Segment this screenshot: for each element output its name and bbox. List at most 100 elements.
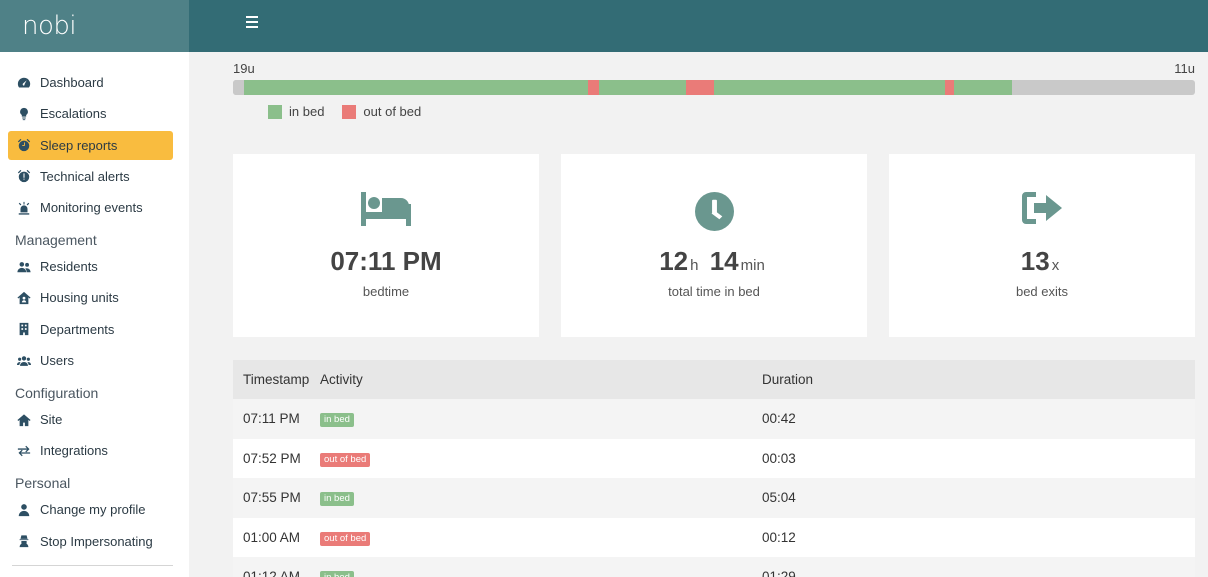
cell-timestamp: 01:12 AM (243, 569, 301, 577)
cell-timestamp: 07:11 PM (243, 411, 300, 427)
hours-unit: h (690, 257, 699, 274)
sidebar-item-label: Change my profile (40, 502, 146, 518)
bedtime-label: bedtime (362, 284, 410, 299)
sidebar-item-residents[interactable]: Residents (8, 252, 173, 281)
user-group-icon (17, 354, 31, 368)
home-icon (17, 413, 31, 427)
sidebar-item-label: Integrations (40, 443, 108, 459)
bed-exits-unit: x (1051, 257, 1060, 274)
section-personal-title: Personal (15, 475, 71, 492)
activity-badge: in bed (320, 413, 354, 428)
sidebar-item-label: Housing units (40, 290, 119, 306)
sidebar-item-housing-units[interactable]: Housing units (8, 283, 173, 312)
sidebar-item-label: Users (40, 353, 74, 369)
main-content: 19u 11u in bed out of bed 07:11 PM bedti… (189, 52, 1208, 577)
building-icon (17, 322, 31, 336)
sidebar-item-sleep-reports[interactable]: Sleep reports (8, 130, 173, 160)
legend-item-in-bed: in bed (268, 104, 324, 119)
hamburger-menu-icon[interactable] (246, 16, 258, 28)
header-duration[interactable]: Duration (762, 372, 1195, 387)
cell-duration: 00:42 (762, 411, 796, 427)
sidebar-item-integrations[interactable]: Integrations (8, 436, 173, 465)
sidebar-item-label: Dashboard (40, 75, 104, 90)
timeline-segment-in-bed (598, 80, 687, 95)
cell-duration: 00:12 (762, 529, 796, 545)
timeline-segment-out-of-bed (944, 80, 954, 95)
sidebar-item-technical-alerts[interactable]: Technical alerts (8, 162, 173, 191)
table-row: 01:00 AM out of bed 00:12 (233, 517, 1195, 557)
total-time-card: 12 h 14 min total time in bed (561, 154, 867, 337)
users-icon (17, 260, 31, 274)
sidebar-nav: Dashboard Escalations Sleep reports Tech… (0, 52, 189, 556)
header-activity[interactable]: Activity (320, 372, 762, 387)
activity-table: Timestamp Activity Duration 07:11 PM in b… (233, 360, 1195, 577)
sidebar-item-label: Monitoring events (40, 200, 143, 216)
cell-activity: out of bed (320, 529, 762, 546)
timeline-segment-in-bed (243, 80, 588, 95)
table-header: Timestamp Activity Duration (233, 360, 1195, 399)
activity-badge: out of bed (320, 452, 371, 467)
sidebar-item-label: Site (40, 412, 63, 428)
legend-label-in-bed: in bed (289, 104, 325, 119)
total-hours: 12 (659, 246, 689, 276)
table-row: 07:11 PM in bed 00:42 (233, 399, 1195, 439)
minutes-unit: min (740, 257, 765, 274)
logo-area: nobi (0, 0, 189, 52)
sleep-timeline-bar (233, 80, 1195, 95)
timeline-segment-in-bed (714, 80, 945, 95)
siren-icon (17, 201, 31, 215)
sidebar-item-escalations[interactable]: Escalations (8, 99, 173, 128)
timeline-segment-empty (233, 80, 244, 95)
total-minutes: 14 (709, 246, 739, 276)
sidebar-item-departments[interactable]: Departments (8, 315, 173, 344)
sidebar-item-label: Technical alerts (40, 168, 130, 184)
activity-badge: out of bed (320, 531, 371, 546)
activity-badge: in bed (320, 571, 354, 577)
lightbulb-icon (17, 107, 31, 121)
cell-timestamp: 07:55 PM (243, 490, 301, 506)
cell-activity: in bed (320, 410, 762, 428)
user-icon (17, 503, 31, 517)
sidebar: nobi Dashboard Escalations Sleep reports… (0, 0, 189, 577)
timeline-end-label: 11u (1174, 61, 1195, 76)
bed-exits-label: bed exits (1015, 284, 1069, 299)
sign-out-icon (889, 192, 1195, 224)
timeline-segment-out-of-bed (587, 80, 599, 95)
cell-timestamp: 07:52 PM (243, 450, 301, 466)
timeline-segment-out-of-bed (686, 80, 714, 95)
summary-cards: 07:11 PM bedtime 12 h 14 min total time in… (233, 154, 1195, 337)
sidebar-item-label: Escalations (40, 106, 107, 122)
cell-duration: 00:03 (762, 450, 796, 466)
user-secret-icon (17, 534, 31, 548)
sidebar-item-change-my-profile[interactable]: Change my profile (8, 495, 173, 524)
header-timestamp[interactable]: Timestamp (233, 372, 320, 387)
activity-badge: in bed (320, 492, 354, 507)
table-row: 07:55 PM in bed 05:04 (233, 478, 1195, 518)
table-row: 07:52 PM out of bed 00:03 (233, 438, 1195, 478)
topbar (189, 0, 1208, 52)
bedtime-value: 07:11 PM (330, 246, 442, 276)
exchange-icon (17, 444, 31, 458)
sidebar-item-monitoring-events[interactable]: Monitoring events (8, 193, 173, 222)
sidebar-item-users[interactable]: Users (8, 346, 173, 375)
legend-swatch-in-bed (268, 104, 282, 119)
alarm-clock-icon (17, 138, 31, 152)
cell-activity: in bed (320, 489, 762, 507)
clock-icon (561, 192, 867, 231)
total-time-label: total time in bed (668, 284, 760, 299)
sidebar-item-stop-impersonating[interactable]: Stop Impersonating (8, 527, 173, 556)
timeline-start-label: 19u (233, 61, 255, 76)
table-body: 07:11 PM in bed 00:42 07:52 PM out of bed 00:… (233, 399, 1195, 577)
legend-swatch-out-of-bed (342, 104, 357, 119)
bed-exits-value: 13 x (889, 246, 1195, 277)
section-configuration-title: Configuration (15, 385, 99, 402)
sidebar-item-site[interactable]: Site (8, 405, 173, 434)
cell-activity: in bed (320, 568, 762, 577)
sidebar-item-dashboard[interactable]: Dashboard (8, 68, 173, 97)
sidebar-item-label: Departments (40, 321, 115, 337)
bed-exits-card: 13 x bed exits (889, 154, 1195, 337)
bed-icon (233, 192, 539, 226)
sidebar-item-label: Sleep reports (40, 137, 118, 153)
cell-duration: 01:29 (762, 569, 796, 577)
logo[interactable]: nobi (22, 11, 77, 41)
